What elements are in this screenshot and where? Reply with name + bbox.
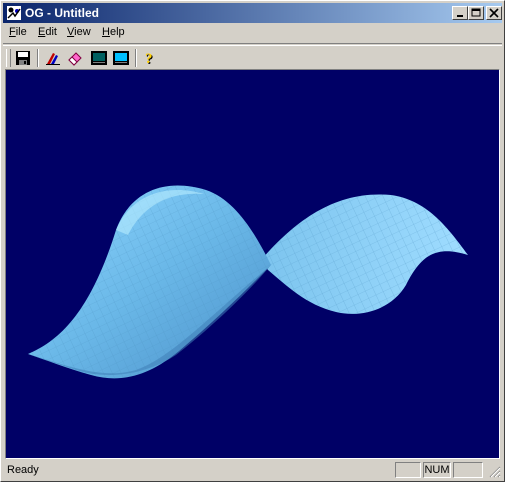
- eraser-icon: [68, 52, 82, 66]
- save-icon: [16, 51, 30, 65]
- menu-edit[interactable]: Edit: [38, 26, 57, 38]
- toolbar-separator: [37, 49, 39, 67]
- eraser-button[interactable]: [65, 48, 85, 68]
- viewport-3d[interactable]: [5, 69, 500, 459]
- menu-file[interactable]: File: [9, 26, 27, 38]
- wireframe-view-icon: [91, 51, 107, 65]
- toolbar-separator: [135, 49, 137, 67]
- surface-plot: [28, 185, 468, 379]
- menu-bar: File Edit View Help: [3, 24, 502, 42]
- solid-view-icon: [113, 51, 129, 65]
- title-bar[interactable]: OG - Untitled: [3, 3, 502, 23]
- main-window: OG - Untitled File Edit View Help ? ? Re…: [0, 0, 505, 482]
- color-button[interactable]: [43, 48, 63, 68]
- minimize-icon: [457, 15, 463, 17]
- wireframe-view-button[interactable]: [89, 48, 109, 68]
- maximize-button[interactable]: [468, 6, 484, 20]
- window-title: OG - Untitled: [25, 6, 99, 20]
- svg-text:?: ?: [145, 51, 153, 66]
- close-icon: [489, 8, 499, 18]
- maximize-icon: [471, 8, 481, 17]
- status-panel-caps: [395, 462, 421, 478]
- status-text: Ready: [7, 464, 39, 476]
- menu-help[interactable]: Help: [102, 26, 125, 38]
- close-button[interactable]: [486, 6, 502, 20]
- status-panel-num: NUM: [423, 462, 451, 478]
- status-panel-scroll: [453, 462, 483, 478]
- help-icon: ? ?: [145, 51, 154, 66]
- color-icon: [46, 53, 60, 65]
- minimize-button[interactable]: [452, 6, 468, 20]
- toolbar: ? ?: [3, 43, 502, 70]
- save-button[interactable]: [13, 48, 33, 68]
- solid-view-button[interactable]: [111, 48, 131, 68]
- size-grip-icon[interactable]: [489, 466, 501, 478]
- help-button[interactable]: ? ?: [141, 48, 161, 68]
- menu-view[interactable]: View: [67, 26, 91, 38]
- toolbar-grip[interactable]: [6, 49, 11, 67]
- app-icon[interactable]: [6, 5, 22, 21]
- status-bar: Ready NUM: [3, 461, 502, 479]
